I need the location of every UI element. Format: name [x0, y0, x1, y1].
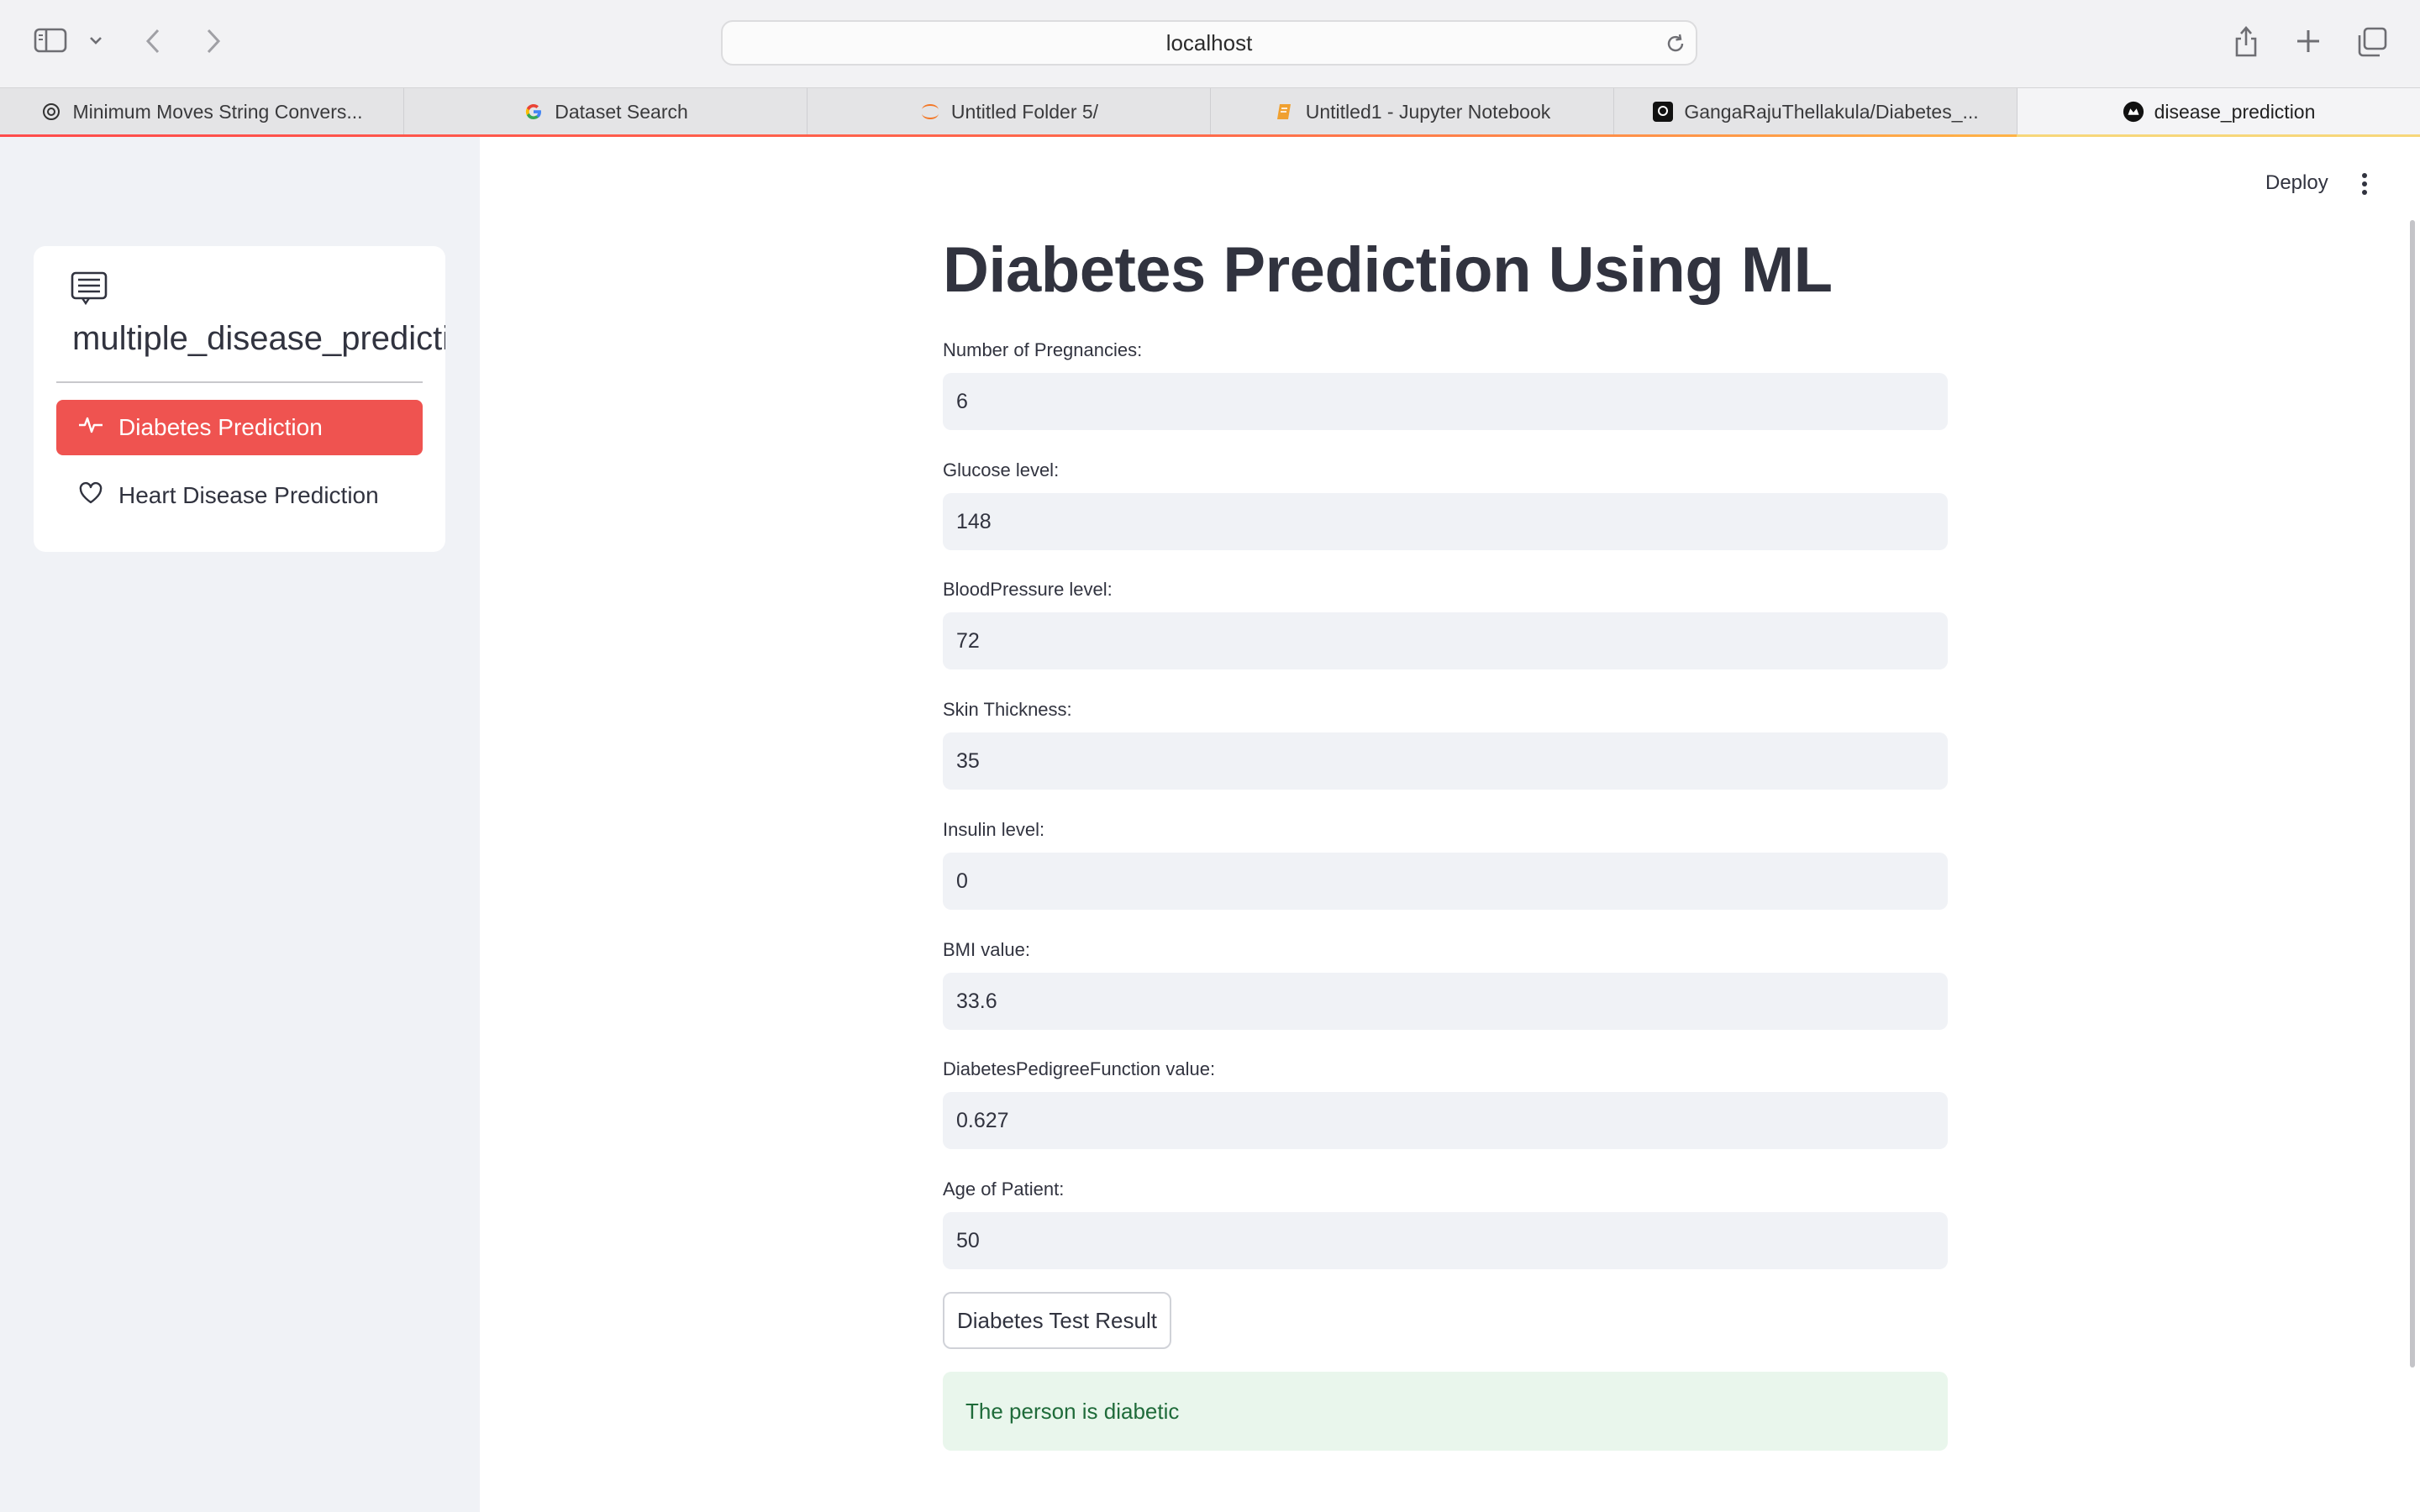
notebook-icon	[1274, 101, 1296, 123]
tab-title: disease_prediction	[2154, 100, 2316, 123]
tab-untitled-folder[interactable]: Untitled Folder 5/	[808, 88, 1211, 135]
blood-pressure-input[interactable]: 72	[943, 612, 1948, 669]
browser-toolbar: localhost	[0, 0, 2420, 87]
more-options-icon[interactable]	[2358, 171, 2371, 201]
menu-list-icon	[71, 271, 108, 309]
google-icon	[523, 101, 544, 123]
jupyter-icon	[919, 101, 941, 123]
reload-icon[interactable]	[1664, 32, 1687, 60]
tab-title: Untitled1 - Jupyter Notebook	[1305, 100, 1551, 123]
pregnancies-input[interactable]: 6	[943, 373, 1948, 430]
deploy-button[interactable]: Deploy	[2265, 171, 2328, 195]
age-input[interactable]: 50	[943, 1212, 1948, 1269]
tab-bar: Minimum Moves String Convers... Dataset …	[0, 87, 2420, 136]
tab-minimum-moves[interactable]: Minimum Moves String Convers...	[0, 88, 404, 135]
back-icon[interactable]	[141, 27, 165, 55]
bmi-input[interactable]: 33.6	[943, 973, 1948, 1030]
sidebar-item-diabetes-prediction[interactable]: Diabetes Prediction	[56, 400, 423, 455]
menu-divider	[56, 381, 423, 383]
address-bar[interactable]: localhost	[721, 20, 1697, 66]
skin-thickness-label: Skin Thickness:	[943, 699, 1072, 720]
scrollbar[interactable]	[2410, 220, 2415, 1368]
openai-icon	[40, 101, 62, 123]
page-title: Diabetes Prediction Using ML	[943, 234, 1833, 306]
activity-icon	[78, 414, 103, 442]
menu-title: multiple_disease_prediction	[72, 320, 445, 357]
pedigree-label: DiabetesPedigreeFunction value:	[943, 1058, 1216, 1079]
heart-icon	[78, 481, 103, 511]
chevron-down-icon[interactable]	[87, 32, 104, 49]
new-tab-icon[interactable]	[2294, 27, 2323, 55]
share-icon[interactable]	[2232, 24, 2260, 59]
sidebar: multiple_disease_prediction Diabetes Pre…	[0, 137, 480, 1512]
tab-dataset-search[interactable]: Dataset Search	[404, 88, 808, 135]
option-menu: multiple_disease_prediction Diabetes Pre…	[34, 246, 445, 552]
age-label: Age of Patient:	[943, 1179, 1065, 1200]
diabetes-test-result-button[interactable]: Diabetes Test Result	[943, 1292, 1171, 1349]
main-content	[480, 137, 2420, 1512]
tab-title: GangaRajuThellakula/Diabetes_...	[1684, 100, 1979, 123]
blood-pressure-label: BloodPressure level:	[943, 579, 1113, 600]
tab-jupyter-notebook[interactable]: Untitled1 - Jupyter Notebook	[1211, 88, 1614, 135]
streamlit-icon	[2123, 101, 2144, 123]
tab-github-repo[interactable]: GangaRajuThellakula/Diabetes_...	[1614, 88, 2018, 135]
skin-thickness-input[interactable]: 35	[943, 732, 1948, 790]
sidebar-toggle-icon[interactable]	[34, 27, 67, 54]
sidebar-item-label: Heart Disease Prediction	[118, 482, 379, 508]
tab-disease-prediction[interactable]: disease_prediction	[2018, 88, 2420, 135]
github-icon	[1652, 101, 1674, 123]
insulin-label: Insulin level:	[943, 819, 1045, 840]
insulin-input[interactable]: 0	[943, 853, 1948, 910]
bmi-label: BMI value:	[943, 939, 1030, 960]
url-text: localhost	[1165, 30, 1253, 55]
pedigree-input[interactable]: 0.627	[943, 1092, 1948, 1149]
tab-title: Dataset Search	[555, 100, 688, 123]
tab-title: Untitled Folder 5/	[950, 100, 1099, 123]
pregnancies-label: Number of Pregnancies:	[943, 339, 1143, 360]
glucose-label: Glucose level:	[943, 459, 1060, 480]
tab-title: Minimum Moves String Convers...	[72, 100, 363, 123]
sidebar-item-heart-disease-prediction[interactable]: Heart Disease Prediction	[56, 468, 423, 523]
forward-icon[interactable]	[202, 27, 225, 55]
sidebar-item-label: Diabetes Prediction	[118, 414, 323, 440]
prediction-result-alert: The person is diabetic	[943, 1372, 1948, 1451]
tab-overview-icon[interactable]	[2356, 27, 2388, 57]
glucose-input[interactable]: 148	[943, 493, 1948, 550]
